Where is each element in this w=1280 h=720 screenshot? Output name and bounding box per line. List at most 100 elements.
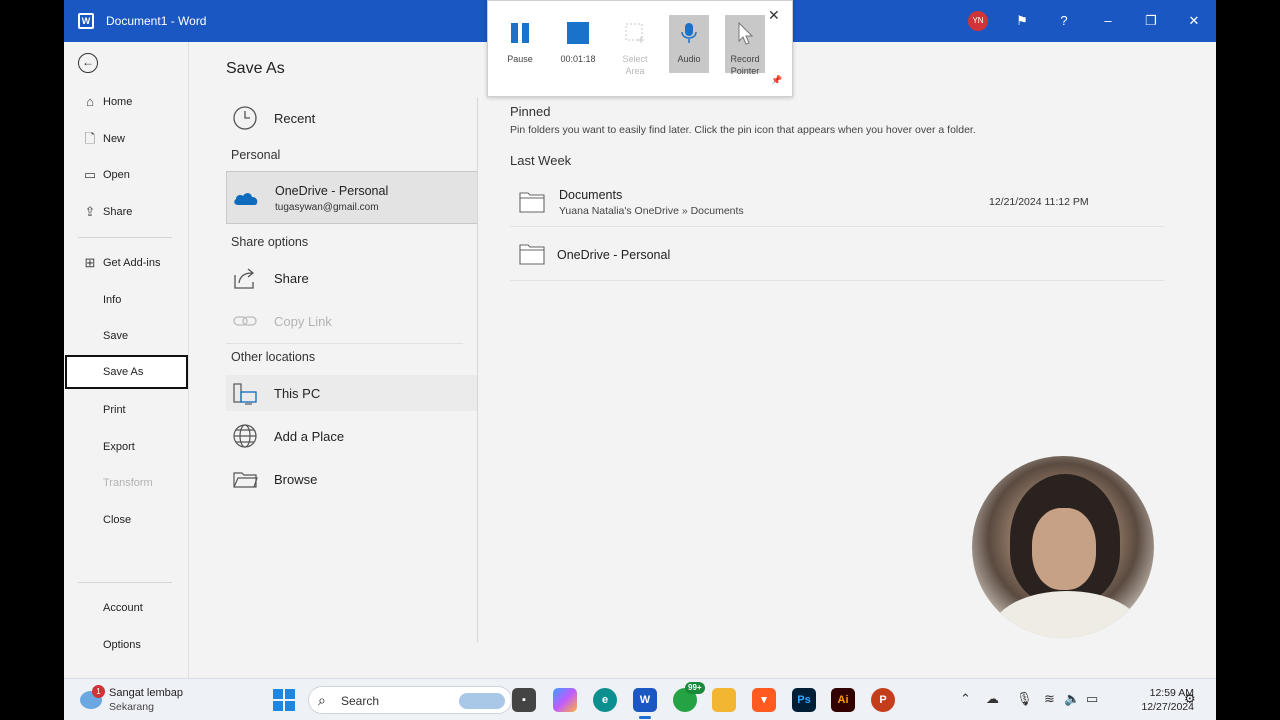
illustrator-icon[interactable]: Ai [831, 688, 855, 712]
search-highlight-icon [459, 693, 505, 709]
whatsapp-icon[interactable]: 99+ [673, 682, 705, 712]
panel-divider [477, 97, 478, 642]
home-icon: ⌂ [86, 94, 94, 109]
restore-button[interactable]: ❐ [1141, 11, 1161, 31]
nav-print[interactable]: Print [64, 393, 188, 427]
nav-save[interactable]: Save [64, 319, 188, 353]
close-button[interactable]: ✕ [1184, 11, 1204, 31]
pin-icon[interactable]: 📌 [771, 75, 782, 86]
select-area-label: Select Area [622, 54, 648, 76]
computer-icon [232, 380, 258, 406]
nav-share[interactable]: ⇪ Share [64, 195, 188, 229]
nav-get-add-ins[interactable]: ⊞ Get Add-ins [64, 246, 188, 280]
nav-label: Close [103, 514, 132, 526]
backstage-nav: ← ⌂ Home 🗋 New ▭ Open ⇪ Share ⊞ Get Add-… [64, 42, 189, 678]
add-a-place-location[interactable]: Add a Place [226, 418, 478, 454]
nav-label: Export [103, 441, 135, 453]
nav-export[interactable]: Export [64, 430, 188, 464]
nav-open[interactable]: ▭ Open [64, 158, 188, 192]
onedrive-email: tugasywan@gmail.com [275, 202, 379, 213]
screen-recorder-toolbar: Pause 00:01:18 Select Area Audio Record … [487, 0, 793, 97]
edge-icon[interactable]: e [593, 688, 617, 712]
nav-info[interactable]: Info [64, 283, 188, 317]
notification-badge: 1 [92, 685, 105, 698]
folder-icon [232, 466, 258, 492]
task-view-icon[interactable]: ▪ [512, 688, 536, 712]
volume-icon[interactable]: 🔈 [1064, 691, 1080, 707]
wifi-icon[interactable]: ≋ [1044, 691, 1055, 707]
nav-options[interactable]: Options [64, 628, 188, 662]
nav-divider [78, 582, 172, 583]
powerpoint-icon[interactable]: P [871, 688, 895, 712]
photoshop-icon[interactable]: Ps [792, 688, 816, 712]
pause-label: Pause [507, 54, 533, 64]
nav-label: Share [103, 206, 133, 218]
search-placeholder: Search [341, 694, 380, 708]
user-avatar[interactable]: YN [968, 11, 988, 31]
close-icon[interactable]: ✕ [768, 7, 780, 24]
start-button[interactable] [273, 689, 295, 711]
nav-account[interactable]: Account [64, 591, 188, 625]
recent-label: Recent [274, 111, 316, 126]
share-location[interactable]: Share [226, 260, 478, 296]
help-icon[interactable]: ? [1054, 11, 1074, 31]
feedback-icon[interactable]: ⚑ [1012, 11, 1032, 31]
microphone-icon[interactable]: 🎙 [1016, 691, 1033, 707]
save-locations-panel: Save As Recent Personal OneDrive - Perso… [189, 42, 479, 642]
folders-panel: Pinned Pin folders you want to easily fi… [510, 97, 1210, 397]
new-document-icon: 🗋 [84, 131, 96, 146]
onedrive-personal-location[interactable]: OneDrive - Personal tugasywan@gmail.com [226, 171, 478, 224]
open-folder-icon: ▭ [83, 167, 97, 182]
nav-label: Transform [103, 477, 153, 489]
folder-icon [519, 192, 545, 213]
recent-location[interactable]: Recent [226, 100, 478, 136]
stop-button[interactable]: 00:01:18 [558, 15, 598, 73]
page-title: Save As [226, 60, 285, 77]
folder-date: 12/21/2024 11:12 PM [989, 196, 1089, 208]
nav-save-as[interactable]: Save As [65, 355, 188, 389]
notification-icon[interactable]: ⚙ [1184, 691, 1196, 707]
brave-icon[interactable]: ▾ [752, 688, 776, 712]
onedrive-tray-icon[interactable]: ☁ [986, 691, 999, 707]
copy-link-label: Copy Link [274, 314, 332, 329]
nav-home[interactable]: ⌂ Home [64, 85, 188, 119]
personal-section-header: Personal [231, 148, 281, 162]
folder-path: Yuana Natalia's OneDrive » Documents [559, 205, 744, 217]
word-taskbar-icon[interactable]: W [633, 688, 657, 719]
taskbar-search[interactable]: ⌕ Search [308, 686, 512, 714]
folder-name: Documents [559, 188, 623, 202]
pause-button[interactable]: Pause [500, 15, 540, 73]
nav-label: Info [103, 294, 122, 306]
copilot-icon[interactable] [553, 688, 577, 712]
pause-icon [511, 23, 529, 43]
nav-label: Print [103, 404, 126, 416]
onedrive-cloud-icon [234, 193, 258, 205]
window-title: Document1 - Word [106, 14, 207, 28]
weather-widget[interactable]: 1 Sangat lembap Sekarang [80, 685, 200, 715]
record-pointer-toggle[interactable]: Record Pointer [725, 15, 765, 76]
webcam-body [992, 591, 1142, 638]
back-arrow-icon[interactable]: ← [78, 53, 98, 73]
nav-new[interactable]: 🗋 New [64, 122, 188, 156]
copy-link-location: Copy Link [226, 303, 478, 339]
select-area-icon [625, 23, 644, 43]
share-label: Share [274, 271, 309, 286]
file-explorer-icon[interactable] [712, 688, 736, 712]
this-pc-location[interactable]: This PC [226, 375, 478, 411]
this-pc-label: This PC [274, 386, 321, 401]
folder-name: OneDrive - Personal [557, 248, 671, 262]
browse-location[interactable]: Browse [226, 461, 478, 497]
nav-close[interactable]: Close [64, 503, 188, 537]
share-options-section-header: Share options [231, 235, 309, 249]
folder-row[interactable]: Documents Yuana Natalia's OneDrive » Doc… [510, 177, 1164, 227]
audio-toggle[interactable]: Audio [669, 15, 709, 73]
onedrive-name: OneDrive - Personal [275, 184, 389, 198]
chevron-up-icon[interactable]: ⌃ [960, 691, 971, 707]
minimize-button[interactable]: – [1098, 11, 1118, 31]
webcam-overlay [972, 456, 1154, 638]
folder-row[interactable]: OneDrive - Personal [510, 231, 1164, 281]
microphone-icon [681, 23, 697, 43]
battery-icon[interactable]: ▭ [1086, 691, 1098, 707]
clock-icon [232, 105, 258, 131]
select-area-button: Select Area [615, 15, 655, 76]
